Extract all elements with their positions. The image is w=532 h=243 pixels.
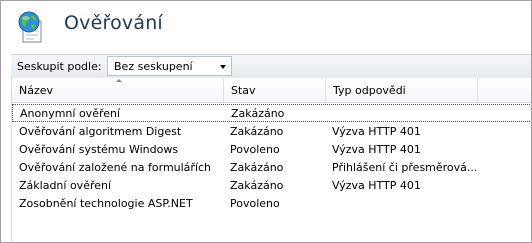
row-name: Ověřování algoritmem Digest: [19, 125, 182, 138]
row-response-type: Výzva HTTP 401: [332, 125, 421, 138]
page-header: Ověřování: [1, 1, 531, 49]
group-by-label: Seskupit podle:: [17, 60, 102, 73]
column-header-name-label: Název: [19, 84, 54, 97]
row-status: Zakázáno: [230, 161, 284, 174]
table-row[interactable]: Ověřování algoritmem Digest Zakázáno Výz…: [12, 123, 531, 141]
column-header-status[interactable]: Stav: [224, 78, 326, 102]
row-name: Ověřování založené na formulářích: [19, 161, 212, 174]
table-row[interactable]: Anonymní ověření Zakázáno: [12, 104, 531, 122]
grouping-toolbar: Seskupit podle: Bez seskupení: [11, 54, 531, 79]
column-header-status-label: Stav: [231, 84, 256, 97]
row-status: Zakázáno: [230, 179, 284, 192]
table-row[interactable]: Ověřování založené na formulářích Zakázá…: [12, 159, 531, 177]
group-by-dropdown[interactable]: Bez seskupení: [107, 56, 232, 76]
row-response-type: Přihlášení či přesměrová...: [332, 161, 478, 174]
sort-ascending-icon: [116, 79, 122, 82]
globe-document-icon: [16, 11, 46, 43]
page-title: Ověřování: [64, 12, 163, 34]
authentication-panel: Ověřování Seskupit podle: Bez seskupení …: [0, 0, 532, 243]
column-header-name[interactable]: Název: [12, 78, 224, 102]
grid-header: Název Stav Typ odpovědi: [12, 78, 531, 103]
row-status: Zakázáno: [230, 125, 284, 138]
features-grid: Název Stav Typ odpovědi Anonymní ověření…: [11, 78, 531, 242]
table-row[interactable]: Zosobnění technologie ASP.NET Povoleno: [12, 195, 531, 213]
row-name: Ověřování systému Windows: [19, 143, 179, 156]
row-name: Anonymní ověření: [20, 107, 121, 120]
column-header-response-type-label: Typ odpovědi: [333, 84, 406, 97]
row-status: Povoleno: [230, 143, 280, 156]
table-row[interactable]: Ověřování systému Windows Povoleno Výzva…: [12, 141, 531, 159]
table-row[interactable]: Základní ověření Zakázáno Výzva HTTP 401: [12, 177, 531, 195]
row-response-type: Výzva HTTP 401: [332, 179, 421, 192]
row-response-type: Výzva HTTP 401: [332, 143, 421, 156]
row-name: Zosobnění technologie ASP.NET: [19, 197, 193, 210]
chevron-down-icon: [220, 65, 226, 69]
row-name: Základní ověření: [19, 179, 112, 192]
group-by-value: Bez seskupení: [114, 60, 193, 73]
row-status: Zakázáno: [231, 107, 285, 120]
row-status: Povoleno: [230, 197, 280, 210]
column-header-response-type[interactable]: Typ odpovědi: [326, 78, 478, 102]
